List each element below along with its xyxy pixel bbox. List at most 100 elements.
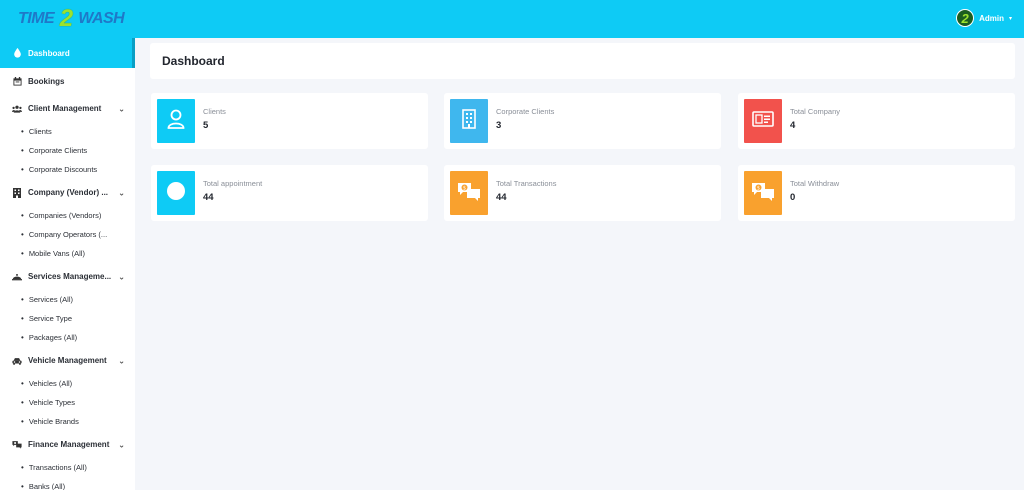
top-bar: TIME 2 WASH 2 Admin ▾ [0,0,1024,38]
sidebar-subitem-vehicle-types[interactable]: • Vehicle Types [0,393,135,412]
sidebar-subitem-label: Services (All) [28,295,73,304]
sidebar-item-label: Dashboard [28,48,70,58]
stat-card-corporate-clients[interactable]: Corporate Clients 3 [444,93,721,149]
bullet-icon: • [21,314,24,323]
stat-label: Corporate Clients [496,107,555,116]
chevron-down-icon: ⌄ [118,272,125,281]
money-chat-icon: $ [457,181,481,206]
chevron-down-icon: ⌄ [118,356,125,365]
bullet-icon: • [21,333,24,342]
sidebar-item-label: Client Management [28,104,102,113]
sidebar-subitem-label: Vehicle Brands [28,417,79,426]
sidebar-subitem-label: Transactions (All) [28,463,87,472]
sidebar-item-label: Company (Vendor) ... [28,188,109,197]
users-icon [12,104,22,114]
bullet-icon: • [21,165,24,174]
car-icon [12,356,22,366]
sidebar-subitem-label: Corporate Clients [28,146,88,155]
bullet-icon: • [21,146,24,155]
calendar-icon [12,77,22,87]
sidebar-item-dashboard[interactable]: Dashboard [0,38,135,68]
stat-label: Total Transactions [496,179,557,188]
sidebar-subitem-services-all[interactable]: • Services (All) [0,290,135,309]
stat-card-clients[interactable]: Clients 5 [151,93,428,149]
bullet-icon: • [21,249,24,258]
app-logo[interactable]: TIME 2 WASH [18,5,125,32]
stat-value: 3 [496,120,502,131]
stat-label: Clients [203,107,226,116]
id-card-icon [752,110,774,132]
sidebar: Dashboard Bookings Client Management ⌄ •… [0,38,135,490]
circle-icon [166,181,186,206]
stat-card-total-withdraw[interactable]: $ Total Withdraw 0 [738,165,1015,221]
stat-value: 5 [203,120,209,131]
page-title: Dashboard [162,54,225,68]
sidebar-subitem-packages-all[interactable]: • Packages (All) [0,328,135,347]
bullet-icon: • [21,482,24,490]
sidebar-item-label: Vehicle Management [28,356,107,365]
building-icon [12,187,22,198]
stat-value: 44 [496,192,507,203]
sidebar-subitem-vehicles-all[interactable]: • Vehicles (All) [0,374,135,393]
sidebar-subitem-corporate-discounts[interactable]: • Corporate Discounts [0,160,135,179]
stat-card-total-appointment[interactable]: Total appointment 44 [151,165,428,221]
sidebar-item-client-management[interactable]: Client Management ⌄ [0,95,135,122]
sidebar-subitem-company-operators[interactable]: • Company Operators (... [0,225,135,244]
chevron-down-icon: ⌄ [118,440,125,449]
bullet-icon: • [21,295,24,304]
stat-label: Total appointment [203,179,263,188]
sidebar-item-finance-management[interactable]: Finance Management ⌄ [0,431,135,458]
sidebar-item-label: Services Manageme... [28,272,112,281]
logo-text-wash: WASH [78,10,125,27]
sidebar-item-bookings[interactable]: Bookings [0,68,135,95]
sidebar-subitem-companies-vendors[interactable]: • Companies (Vendors) [0,206,135,225]
concierge-bell-icon [12,272,22,282]
stat-icon-box [450,99,488,143]
user-name: Admin [979,13,1004,23]
logo-text-two: 2 [59,5,73,32]
bullet-icon: • [21,230,24,239]
stat-label: Total Company [790,107,841,116]
bullet-icon: • [21,211,24,220]
building-icon [462,108,476,134]
chevron-down-icon: ⌄ [118,104,125,113]
stat-icon-box: $ [744,171,782,215]
sidebar-item-company-vendor[interactable]: Company (Vendor) ... ⌄ [0,179,135,206]
sidebar-subitem-vehicle-brands[interactable]: • Vehicle Brands [0,412,135,431]
stat-card-total-company[interactable]: Total Company 4 [738,93,1015,149]
sidebar-subitem-clients[interactable]: • Clients [0,122,135,141]
sidebar-subitem-label: Banks (All) [28,482,66,490]
user-menu[interactable]: 2 Admin ▾ [956,9,1012,27]
sidebar-item-vehicle-management[interactable]: Vehicle Management ⌄ [0,347,135,374]
sidebar-subitem-service-type[interactable]: • Service Type [0,309,135,328]
sidebar-subitem-label: Mobile Vans (All) [28,249,85,258]
stat-card-total-transactions[interactable]: $ Total Transactions 44 [444,165,721,221]
sidebar-subitem-corporate-clients[interactable]: • Corporate Clients [0,141,135,160]
sidebar-item-services-management[interactable]: Services Manageme... ⌄ [0,263,135,290]
stat-label: Total Withdraw [790,179,840,188]
sidebar-subitem-label: Clients [28,127,52,136]
svg-text:$: $ [757,185,760,191]
sidebar-subitem-banks-all[interactable]: • Banks (All) [0,477,135,490]
drop-icon [12,48,22,58]
money-chat-icon: $ [751,181,775,206]
bullet-icon: • [21,127,24,136]
caret-down-icon: ▾ [1008,15,1012,22]
sidebar-subitem-label: Packages (All) [28,333,78,342]
user-icon [167,109,185,134]
sidebar-subitem-label: Company Operators (... [28,230,108,239]
money-chat-icon [12,440,22,450]
stat-icon-box [157,171,195,215]
stat-value: 44 [203,192,214,203]
sidebar-subitem-label: Service Type [28,314,73,323]
sidebar-subitem-label: Vehicles (All) [28,379,73,388]
logo-text-time: TIME [18,10,55,27]
sidebar-item-label: Finance Management [28,440,110,449]
sidebar-subitem-transactions-all[interactable]: • Transactions (All) [0,458,135,477]
stat-icon-box [744,99,782,143]
avatar: 2 [956,9,975,27]
stat-icon-box [157,99,195,143]
svg-text:$: $ [463,185,466,191]
stat-value: 0 [790,192,796,203]
sidebar-subitem-mobile-vans[interactable]: • Mobile Vans (All) [0,244,135,263]
